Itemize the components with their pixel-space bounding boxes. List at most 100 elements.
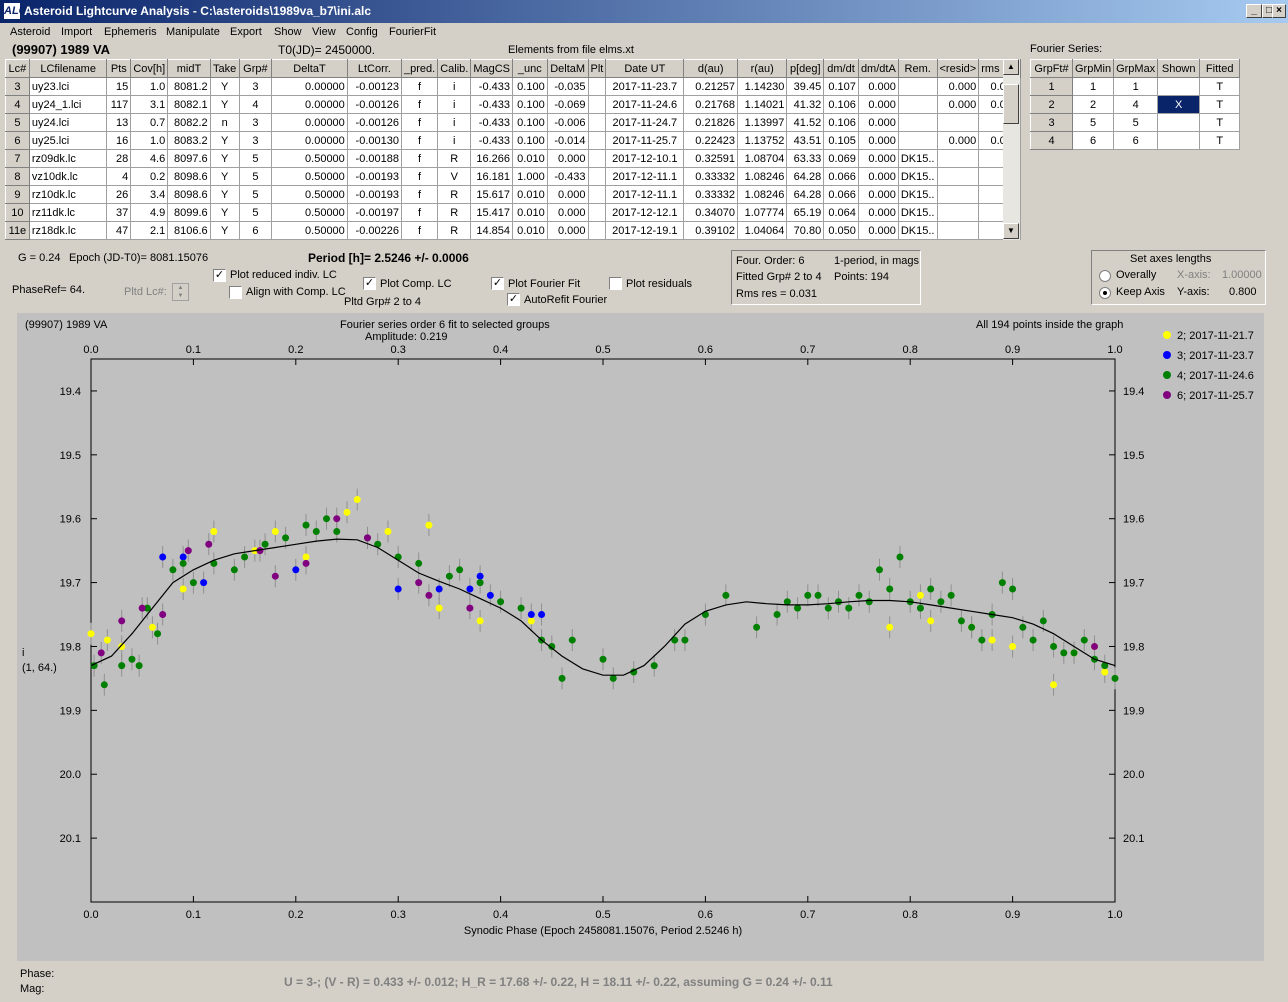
table-cell[interactable]: -0.00226 [346,221,402,240]
lc-col-header[interactable]: Rem. [897,59,938,78]
table-cell[interactable]: 8082.2 [167,113,211,132]
table-cell[interactable]: R [437,221,472,240]
table-cell[interactable]: 6 [238,221,273,240]
table-cell[interactable]: DK15.. [897,221,938,240]
yaxis-value[interactable]: 0.800 [1229,286,1257,298]
table-cell[interactable]: 8081.2 [167,77,211,96]
fourier-row[interactable]: 355T [1030,113,1241,132]
table-cell[interactable]: 63.33 [786,149,825,168]
table-cell[interactable]: -0.00193 [346,167,402,186]
table-cell[interactable]: 14.854 [470,221,513,240]
table-cell[interactable]: 0.000 [857,95,899,114]
table-cell[interactable]: 1.08246 [737,167,788,186]
table-cell[interactable]: -0.014 [546,131,589,150]
table-cell[interactable]: 70.80 [786,221,825,240]
table-cell[interactable]: 3.1 [130,95,169,114]
fourier-cell[interactable]: 5 [1071,113,1115,132]
table-cell[interactable] [897,77,938,96]
table-cell[interactable]: 0.7 [130,113,169,132]
table-cell[interactable]: rz09dk.lc [28,149,108,168]
table-cell[interactable]: 0.50000 [271,149,348,168]
row-header[interactable]: 10 [5,203,30,222]
table-cell[interactable]: 1.13752 [737,131,788,150]
minimize-button[interactable]: _ [1246,4,1262,18]
lc-col-header[interactable]: p[deg] [786,59,825,78]
table-cell[interactable]: 0.21257 [683,77,739,96]
table-cell[interactable]: 0.50000 [271,167,348,186]
row-header[interactable]: 11e [5,221,30,240]
table-cell[interactable]: 2017-11-24.6 [605,95,685,114]
table-cell[interactable]: 2017-12-12.1 [605,203,685,222]
menu-view[interactable]: View [312,26,336,38]
table-cell[interactable]: 26 [106,185,132,204]
table-cell[interactable]: 41.32 [786,95,825,114]
table-cell[interactable]: 117 [106,95,132,114]
table-cell[interactable] [587,203,607,222]
table-cell[interactable]: rz10dk.lc [28,185,108,204]
fourier-cell[interactable]: X [1157,95,1201,114]
table-cell[interactable]: 37 [106,203,132,222]
table-cell[interactable]: 0.000 [546,149,589,168]
fourier-col-header[interactable]: Fitted [1199,59,1241,78]
table-cell[interactable]: 0.32591 [683,149,739,168]
table-cell[interactable] [587,167,607,186]
table-cell[interactable]: -0.00130 [346,131,402,150]
fourier-col-header[interactable]: GrpMin [1071,59,1115,78]
align-comp-checkbox[interactable] [229,286,242,299]
table-cell[interactable] [587,149,607,168]
table-cell[interactable]: f [400,185,439,204]
table-cell[interactable] [587,131,607,150]
table-cell[interactable]: Y [209,95,240,114]
table-cell[interactable]: 0.21826 [683,113,739,132]
plot-reduced-checkbox[interactable]: ✓ [213,269,226,282]
fourier-cell[interactable]: 4 [1113,95,1159,114]
table-cell[interactable]: DK15.. [897,185,938,204]
fourier-cell[interactable]: 2 [1071,95,1115,114]
table-cell[interactable]: 8098.6 [167,167,211,186]
autorefit-checkbox[interactable]: ✓ [507,293,520,306]
table-cell[interactable]: -0.00126 [346,95,402,114]
table-cell[interactable]: 0.000 [546,203,589,222]
table-cell[interactable]: Y [209,185,240,204]
fourier-row[interactable]: 224XT [1030,95,1241,114]
lc-col-header[interactable]: _unc [512,59,548,78]
plot-comp-checkbox[interactable]: ✓ [363,277,376,290]
table-cell[interactable]: 1.0 [130,77,169,96]
table-cell[interactable]: 65.19 [786,203,825,222]
row-header[interactable]: 5 [5,113,30,132]
table-cell[interactable]: 39.45 [786,77,825,96]
scroll-down-button[interactable]: ▼ [1003,223,1019,239]
row-header[interactable]: 7 [5,149,30,168]
menu-config[interactable]: Config [346,26,378,38]
lc-col-header[interactable]: <resid> [936,59,980,78]
table-cell[interactable]: rz11dk.lc [28,203,108,222]
lc-col-header[interactable]: DeltaM [546,59,589,78]
table-cell[interactable]: f [400,131,439,150]
fourier-cell[interactable]: 6 [1113,131,1159,150]
table-cell[interactable] [936,113,980,132]
table-cell[interactable]: 16 [106,131,132,150]
fourier-col-header[interactable]: GrpMax [1113,59,1159,78]
table-cell[interactable] [936,167,980,186]
table-cell[interactable]: 0.50000 [271,185,348,204]
table-row[interactable]: 10 rz11dk.lc 37 4.9 8099.6 Y 5 0.50000 -0.00197 f… [5,203,1021,222]
lc-col-header[interactable]: Grp# [238,59,273,78]
table-vertical-scrollbar[interactable]: ▲ ▼ [1003,59,1020,240]
menu-asteroid[interactable]: Asteroid [10,26,50,38]
title-bar[interactable]: ALC Asteroid Lightcurve Analysis - C:\as… [0,0,1288,23]
table-cell[interactable]: 15.617 [470,185,513,204]
table-cell[interactable]: -0.006 [546,113,589,132]
table-row[interactable]: 3 uy23.lci 15 1.0 8081.2 Y 3 0.00000 -0.00123 f i -… [5,77,1021,96]
lc-col-header[interactable]: r(au) [737,59,788,78]
table-cell[interactable] [587,185,607,204]
table-cell[interactable]: 4.9 [130,203,169,222]
fourier-row[interactable]: 111T [1030,77,1241,96]
table-cell[interactable]: i [437,113,472,132]
table-cell[interactable]: uy24.lci [28,113,108,132]
table-cell[interactable]: f [400,221,439,240]
table-cell[interactable]: 0.22423 [683,131,739,150]
table-cell[interactable]: 0.066 [823,185,859,204]
keep-axis-radio[interactable] [1099,287,1111,299]
fourier-cell[interactable]: T [1199,131,1241,150]
table-cell[interactable]: -0.433 [470,77,513,96]
